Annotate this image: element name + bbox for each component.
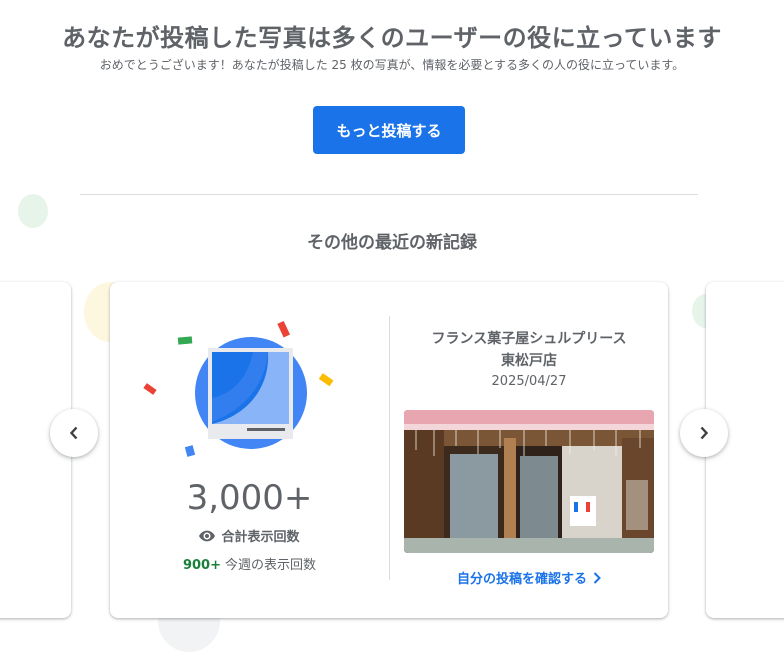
place-photo[interactable] <box>404 410 654 553</box>
section-title: その他の最近の新記録 <box>307 233 477 253</box>
chevron-left-icon <box>69 426 78 440</box>
photo-frame-icon <box>208 348 293 439</box>
page-subtitle: おめでとうございます！あなたが投稿した 25 枚の写真が、情報を必要とする多くの… <box>99 58 685 72</box>
place-name-line2: 東松戸店 <box>501 353 557 369</box>
check-my-posts-link[interactable]: 自分の投稿を確認する <box>404 568 654 587</box>
weekly-views-count: 900+ <box>182 558 221 573</box>
decorative-circle <box>18 194 48 228</box>
post-more-button[interactable]: もっと投稿する <box>313 106 465 154</box>
total-views-count: 3,000+ <box>186 478 313 518</box>
post-date: 2025/04/27 <box>491 374 567 389</box>
total-views-label-row: 合計表示回数 <box>110 526 389 545</box>
card-divider <box>389 316 390 580</box>
place-name: フランス菓子屋シュルプリース 東松戸店 <box>404 328 654 372</box>
record-card: 3,000+ 合計表示回数 900+ 今週の表示回数 フランス菓子屋シュルプリース… <box>110 282 668 618</box>
weekly-views: 900+ 今週の表示回数 <box>110 554 389 573</box>
total-views-label: 合計表示回数 <box>221 530 300 545</box>
chevron-right-icon <box>700 426 709 440</box>
section-divider <box>80 194 698 195</box>
carousel-prev-button[interactable] <box>50 409 98 457</box>
weekly-views-label: 今週の表示回数 <box>225 558 317 573</box>
carousel-next-button[interactable] <box>680 409 728 457</box>
eye-icon <box>199 530 216 541</box>
photo-views-illustration <box>143 320 334 457</box>
page-title: あなたが投稿した写真は多くのユーザーの役に立っています <box>62 24 722 52</box>
check-my-posts-label: 自分の投稿を確認する <box>456 572 587 587</box>
place-name-line1: フランス菓子屋シュルプリース <box>431 331 627 347</box>
chevron-right-icon <box>593 571 601 584</box>
